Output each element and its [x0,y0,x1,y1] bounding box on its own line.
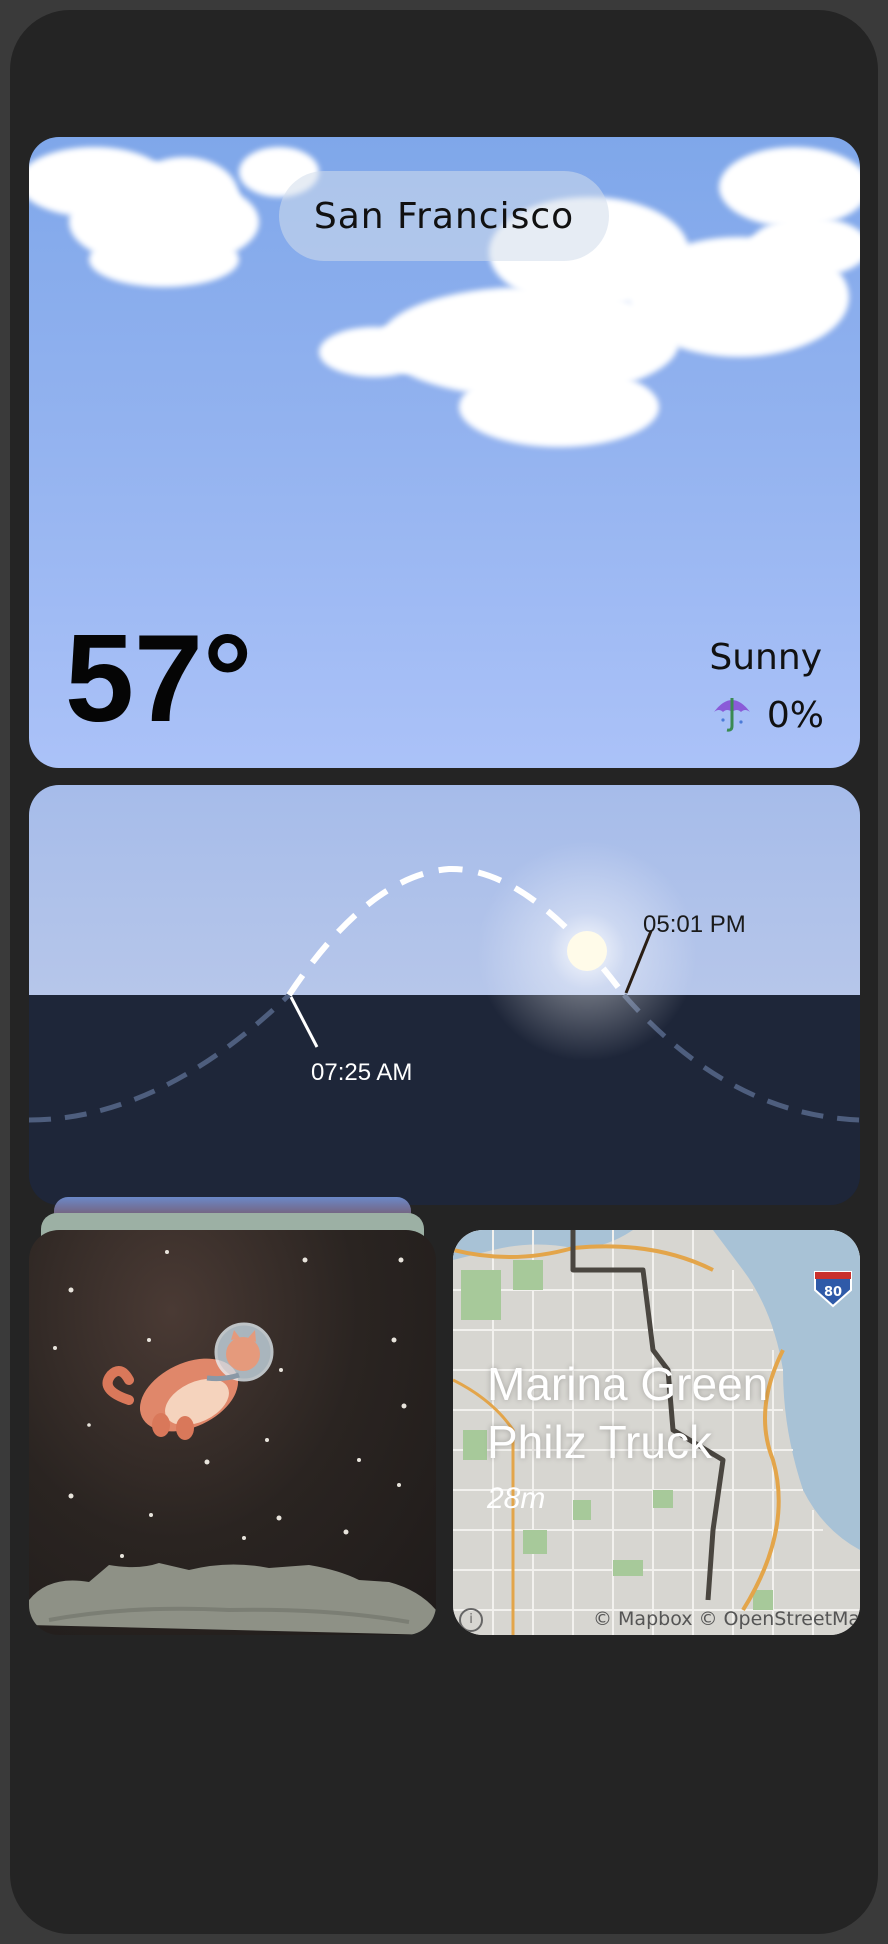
umbrella-icon [711,692,753,738]
city-selector[interactable]: San Francisco [279,171,609,261]
map-info-icon[interactable]: i [459,1608,483,1632]
weather-condition: Sunny [709,637,822,678]
sun-path-graphic [29,785,860,1205]
sunset-time: 05:01 PM [643,911,746,938]
highway-shield-label: 80 [824,1285,842,1300]
destination-line-1: Marina Green [487,1358,769,1410]
travel-duration: 28m [487,1482,546,1515]
sun-widget[interactable]: 07:25 AM 05:01 PM [29,785,860,1205]
home-screen: San Francisco 57° Sunny 0% 07:25 AM 05:0… [10,10,878,1934]
temperature: 57° [65,610,253,748]
destination-name: Marina Green Philz Truck [487,1355,768,1471]
precipitation: 0% [711,692,824,738]
map-attribution[interactable]: © Mapbox © OpenStreetMap [593,1608,860,1630]
map-widget[interactable]: 80 Marina Green Philz Truck 28m i © Mapb… [453,1230,860,1635]
photo-widget[interactable] [29,1185,436,1640]
city-name: San Francisco [313,195,575,237]
sunrise-time: 07:25 AM [311,1059,413,1086]
astronaut-cat-illustration [29,1250,436,1635]
weather-widget[interactable]: San Francisco 57° Sunny 0% [29,137,860,768]
photo-image [29,1230,436,1635]
phone-frame: San Francisco 57° Sunny 0% 07:25 AM 05:0… [0,0,888,1944]
destination-line-2: Philz Truck [487,1416,712,1468]
precipitation-value: 0% [766,694,824,736]
